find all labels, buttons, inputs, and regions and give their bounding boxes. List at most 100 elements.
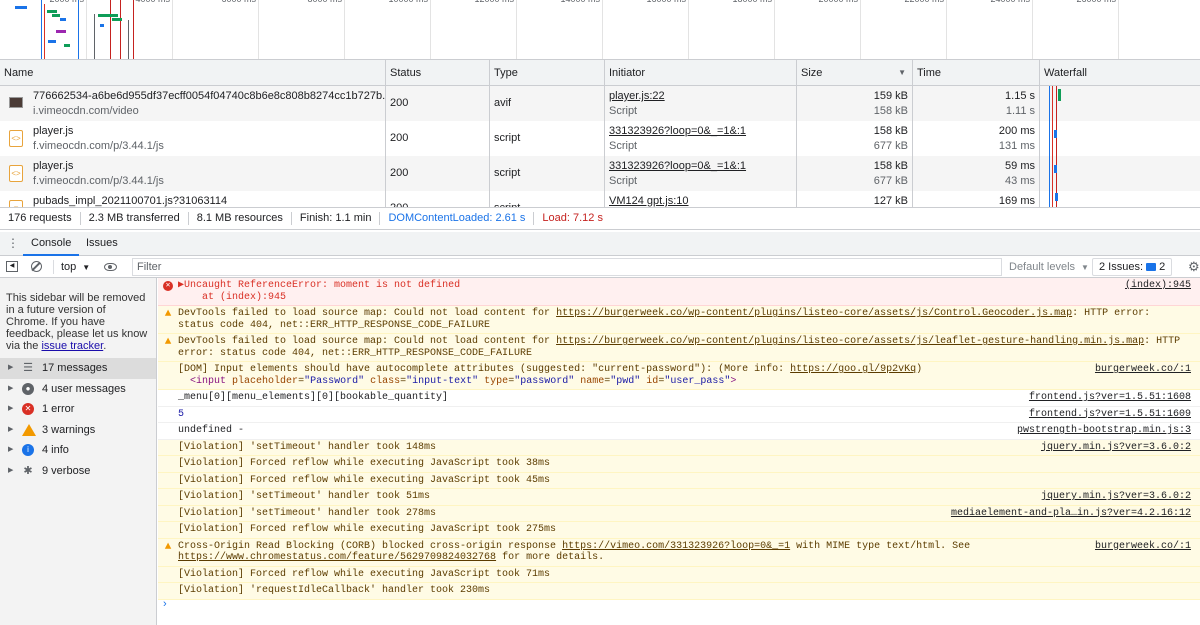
- load-time: Load: 7.12 s: [542, 212, 603, 224]
- context-selector[interactable]: top ▼: [61, 257, 90, 277]
- console-message-verbose[interactable]: [Violation] Forced reflow while executin…: [158, 456, 1200, 473]
- time-cell: 59 ms 43 ms: [913, 156, 1040, 191]
- request-domain: i.vimeocdn.com/video: [33, 105, 139, 117]
- console-message-error[interactable]: ✕ ▶Uncaught ReferenceError: moment is not…: [158, 278, 1200, 306]
- message-link[interactable]: https://goo.gl/9p2vKq: [790, 364, 916, 375]
- console-message-verbose[interactable]: [Violation] Forced reflow while executin…: [158, 566, 1200, 583]
- time-column-header[interactable]: Time: [913, 60, 1040, 85]
- message-source-link[interactable]: mediaelement-and-pla…in.js?ver=4.2.16:12: [950, 507, 1191, 519]
- overview-grid-line: [946, 0, 947, 59]
- time-total: 169 ms: [998, 195, 1035, 207]
- console-message-info[interactable]: undefined - pwstrength-bootstrap.min.js:3: [158, 423, 1200, 440]
- network-request-row[interactable]: <> pubads_impl_2021100701.js?31063114 200s…: [0, 191, 1200, 207]
- initiator-cell: player.js:22 Script: [605, 86, 797, 121]
- network-overview[interactable]: 2000 ms4000 ms6000 ms8000 ms10000 ms1200…: [0, 0, 1200, 60]
- message-text: [Violation] 'setTimeout' handler took 51…: [178, 491, 430, 502]
- sidebar-item-label: 3 warnings: [42, 423, 96, 436]
- tab-issues[interactable]: Issues: [78, 232, 126, 256]
- expand-arrow-icon[interactable]: ▶: [8, 440, 13, 460]
- sidebar-filter-bug[interactable]: ▶ ✱ 9 verbose: [0, 461, 156, 482]
- initiator-cell: VM124 gpt.js:10: [605, 191, 797, 207]
- console-message-verbose[interactable]: [Violation] Forced reflow while executin…: [158, 472, 1200, 489]
- console-message-info[interactable]: _menu[0][menu_elements][0][bookable_quan…: [158, 390, 1200, 407]
- sidebar-filter-warning[interactable]: ▶ 3 warnings: [0, 420, 156, 441]
- waterfall-column-header[interactable]: Waterfall: [1040, 60, 1200, 85]
- waterfall-marker-line: [1056, 156, 1057, 191]
- console-message-verbose[interactable]: [Violation] Forced reflow while executin…: [158, 522, 1200, 539]
- message-source-link[interactable]: jquery.min.js?ver=3.6.0:2: [1040, 441, 1191, 453]
- message-link[interactable]: https://www.chromestatus.com/feature/562…: [178, 552, 496, 563]
- waterfall-marker-line: [1052, 86, 1053, 121]
- message-link[interactable]: https://burgerweek.co/wp-content/plugins…: [556, 336, 1144, 347]
- message-source-link[interactable]: jquery.min.js?ver=3.6.0:2: [1040, 491, 1191, 503]
- log-levels-dropdown[interactable]: Default levels ▼: [1009, 257, 1089, 277]
- console-message-warning[interactable]: ▲ DevTools failed to load source map: Cou…: [158, 334, 1200, 362]
- network-request-row[interactable]: <> player.js f.vimeocdn.com/p/3.44.1/js 200…: [0, 156, 1200, 191]
- message-source-link[interactable]: burgerweek.co/:1: [1094, 540, 1191, 552]
- type-column-header[interactable]: Type: [490, 60, 605, 85]
- expand-arrow-icon[interactable]: ▶: [8, 420, 13, 440]
- sidebar-filter-user[interactable]: ▶ ● 4 user messages: [0, 379, 156, 400]
- sidebar-filter-info[interactable]: ▶ i 4 info: [0, 440, 156, 461]
- status-column-header[interactable]: Status: [386, 60, 490, 85]
- sidebar-filter-list[interactable]: ▶ ☰ 17 messages: [0, 358, 156, 379]
- status-cell: 200: [386, 86, 490, 121]
- status-cell: 200: [386, 156, 490, 191]
- name-column-header[interactable]: Name: [0, 60, 386, 85]
- size-column-header[interactable]: Size ▼: [797, 60, 913, 85]
- console-prompt[interactable]: ›: [163, 598, 167, 610]
- console-message-warning[interactable]: ▲ Cross-Origin Read Blocking (CORB) block…: [158, 538, 1200, 567]
- name-cell: <> pubads_impl_2021100701.js?31063114: [0, 191, 386, 207]
- sidebar-item-label: 17 messages: [42, 362, 108, 374]
- initiator-cell: 331323926?loop=0&_=1&:1 Script: [605, 121, 797, 156]
- console-message-verbose[interactable]: [Violation] 'requestIdleCallback' handle…: [158, 583, 1200, 600]
- initiator-link[interactable]: player.js:22: [609, 89, 792, 104]
- tab-console[interactable]: Console: [23, 232, 80, 256]
- message-source-link[interactable]: frontend.js?ver=1.5.51:1609: [1028, 408, 1191, 420]
- console-message-verbose[interactable]: [Violation] 'setTimeout' handler took 51…: [158, 489, 1200, 506]
- console-message-verbose[interactable]: [DOM] Input elements should have autocom…: [158, 362, 1200, 390]
- initiator-link[interactable]: VM124 gpt.js:10: [609, 194, 792, 207]
- expand-arrow-icon[interactable]: ▶: [8, 461, 13, 481]
- drawer-tab-strip: ⋮ Console Issues: [0, 232, 1200, 256]
- issues-counter-button[interactable]: 2 Issues: 2: [1092, 258, 1173, 276]
- console-message-verbose[interactable]: [Violation] 'setTimeout' handler took 14…: [158, 439, 1200, 456]
- clear-console-icon[interactable]: [31, 261, 42, 272]
- console-message-info[interactable]: 5 frontend.js?ver=1.5.51:1609: [158, 406, 1200, 423]
- sidebar-filter-error[interactable]: ▶ ✕ 1 error: [0, 399, 156, 420]
- dom-element-snippet[interactable]: <input placeholder="Password" class="inp…: [178, 376, 1070, 388]
- console-message-verbose[interactable]: [Violation] 'setTimeout' handler took 27…: [158, 505, 1200, 522]
- sidebar-toggle-icon[interactable]: ◀: [6, 261, 18, 272]
- overview-timeline-marker: [128, 20, 129, 59]
- message-source-link[interactable]: pwstrength-bootstrap.min.js:3: [1016, 425, 1191, 437]
- context-label: top: [61, 261, 77, 273]
- message-text: undefined -: [178, 425, 244, 436]
- message-source-link[interactable]: frontend.js?ver=1.5.51:1608: [1028, 392, 1191, 404]
- message-body: [Violation] Forced reflow while executin…: [178, 474, 551, 486]
- image-file-icon: [9, 97, 23, 108]
- initiator-link[interactable]: 331323926?loop=0&_=1&:1: [609, 124, 792, 139]
- console-message-warning[interactable]: ▲ DevTools failed to load source map: Cou…: [158, 306, 1200, 334]
- filter-input[interactable]: [132, 258, 1002, 276]
- sidebar-note-end: .: [103, 340, 107, 352]
- html-attr-name: placeholder: [232, 375, 299, 387]
- message-body: [Violation] Forced reflow while executin…: [178, 458, 551, 469]
- error-icon: ✕: [22, 403, 34, 416]
- expand-arrow-icon[interactable]: ▶: [8, 399, 13, 419]
- expand-arrow-icon[interactable]: ▶: [8, 379, 13, 399]
- issue-tracker-link[interactable]: issue tracker: [41, 340, 103, 352]
- message-link[interactable]: https://vimeo.com/331323926?loop=0&_=1: [562, 541, 790, 552]
- message-link[interactable]: https://burgerweek.co/wp-content/plugins…: [556, 308, 1072, 319]
- settings-gear-icon[interactable]: ⚙: [1188, 257, 1200, 277]
- eye-icon[interactable]: [104, 263, 117, 271]
- initiator-link[interactable]: 331323926?loop=0&_=1&:1: [609, 159, 792, 174]
- waterfall-marker-line: [1052, 156, 1053, 191]
- error-stack-line: at (index):945: [178, 291, 287, 303]
- message-source-link[interactable]: (index):945: [1124, 280, 1191, 292]
- drawer-menu-icon[interactable]: ⋮: [7, 236, 19, 250]
- expand-arrow-icon[interactable]: ▶: [8, 358, 13, 378]
- message-source-link[interactable]: burgerweek.co/:1: [1094, 364, 1191, 376]
- initiator-column-header[interactable]: Initiator: [605, 60, 797, 85]
- network-request-row[interactable]: 776662534-a6be6d955df37ecff0054f04740c8b…: [0, 86, 1200, 121]
- network-request-row[interactable]: <> player.js f.vimeocdn.com/p/3.44.1/js 200…: [0, 121, 1200, 156]
